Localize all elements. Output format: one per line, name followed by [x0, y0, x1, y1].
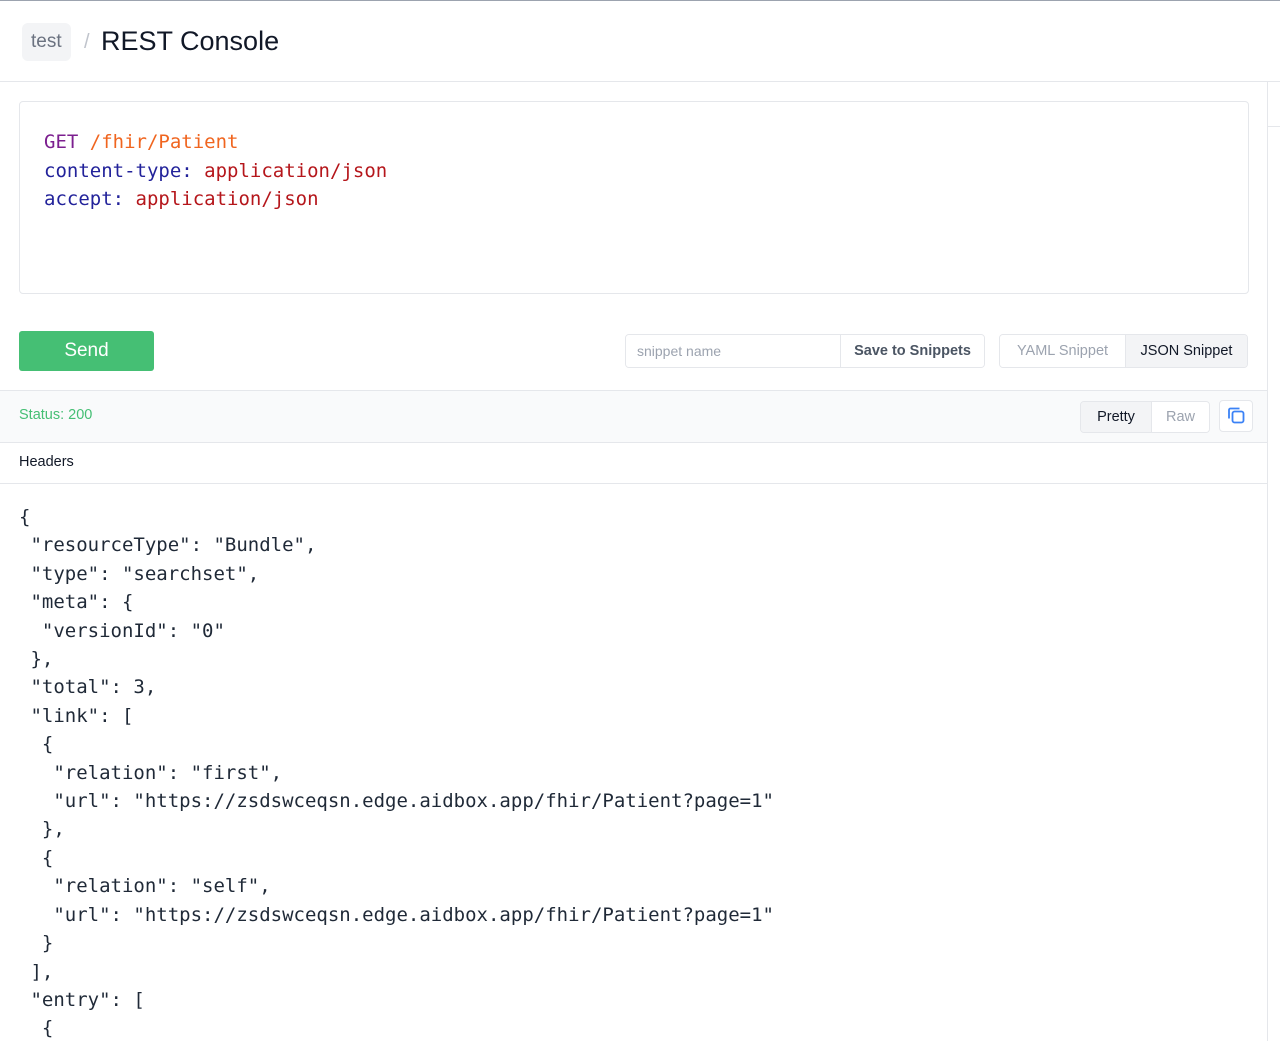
response-line: }	[19, 932, 54, 955]
response-line: "versionId": "0"	[19, 619, 225, 642]
snippet-format-toggle: YAML Snippet JSON Snippet	[999, 334, 1248, 368]
yaml-snippet-button[interactable]: YAML Snippet	[1000, 335, 1126, 367]
response-headers-toggle[interactable]: Headers	[0, 443, 1267, 484]
response-line: "link": [	[19, 704, 134, 727]
raw-view-button[interactable]: Raw	[1152, 402, 1209, 432]
response-line: {	[19, 506, 31, 528]
header-value: application/json	[135, 188, 319, 210]
snippet-form: Save to Snippets	[625, 334, 985, 368]
request-method: GET	[44, 131, 79, 153]
save-to-snippets-button[interactable]: Save to Snippets	[841, 335, 984, 367]
breadcrumb-separator: /	[84, 31, 90, 53]
response-line: "resourceType": "Bundle",	[19, 534, 317, 557]
response-line: ],	[19, 960, 54, 983]
response-line: {	[19, 733, 54, 756]
request-header-line: accept: application/json	[44, 185, 387, 214]
header-value: application/json	[204, 159, 388, 182]
response-line: },	[19, 818, 65, 841]
scrollbar[interactable]	[1267, 82, 1280, 1041]
request-line: GET /fhir/Patient	[44, 128, 387, 157]
json-snippet-button[interactable]: JSON Snippet	[1126, 335, 1247, 367]
response-line: "url": "https://zsdswceqsn.edge.aidbox.a…	[19, 903, 774, 926]
request-editor[interactable]: GET /fhir/Patient content-type: applicat…	[19, 101, 1249, 294]
response-line: },	[19, 648, 54, 671]
snippet-name-input[interactable]	[626, 335, 841, 367]
response-view-toggle: Pretty Raw	[1080, 401, 1210, 433]
send-button[interactable]: Send	[19, 331, 154, 371]
response-line: {	[19, 846, 54, 869]
header-colon: :	[181, 159, 205, 182]
page-header: test / REST Console	[0, 1, 1280, 82]
response-line: {	[19, 1017, 54, 1040]
request-header-line: content-type: application/json	[44, 157, 387, 186]
response-line: "url": "https://zsdswceqsn.edge.aidbox.a…	[19, 790, 774, 813]
response-status-bar: Status: 200 Pretty Raw	[0, 390, 1267, 443]
response-line: "total": 3,	[19, 676, 157, 699]
copy-icon	[1226, 405, 1246, 428]
response-line: "entry": [	[19, 988, 145, 1011]
response-line: "meta": {	[19, 591, 134, 614]
header-key: accept	[44, 188, 113, 210]
pretty-view-button[interactable]: Pretty	[1081, 402, 1152, 432]
headers-label: Headers	[19, 454, 74, 470]
status-badge: Status: 200	[19, 407, 93, 423]
response-body: { "resourceType": "Bundle", "type": "sea…	[19, 503, 1259, 1041]
request-editor-lines: GET /fhir/Patient content-type: applicat…	[44, 128, 387, 214]
header-key: content-type	[44, 159, 182, 182]
copy-response-button[interactable]	[1219, 400, 1253, 432]
response-line: "relation": "self",	[19, 875, 271, 898]
response-line: "relation": "first",	[19, 761, 283, 784]
page-title: REST Console	[101, 26, 280, 56]
request-path: /fhir/Patient	[89, 131, 239, 153]
scrollbar-divider	[1267, 126, 1280, 127]
response-line: "type": "searchset",	[19, 562, 260, 585]
breadcrumb-parent[interactable]: test	[22, 23, 71, 61]
header-colon: :	[112, 188, 136, 210]
